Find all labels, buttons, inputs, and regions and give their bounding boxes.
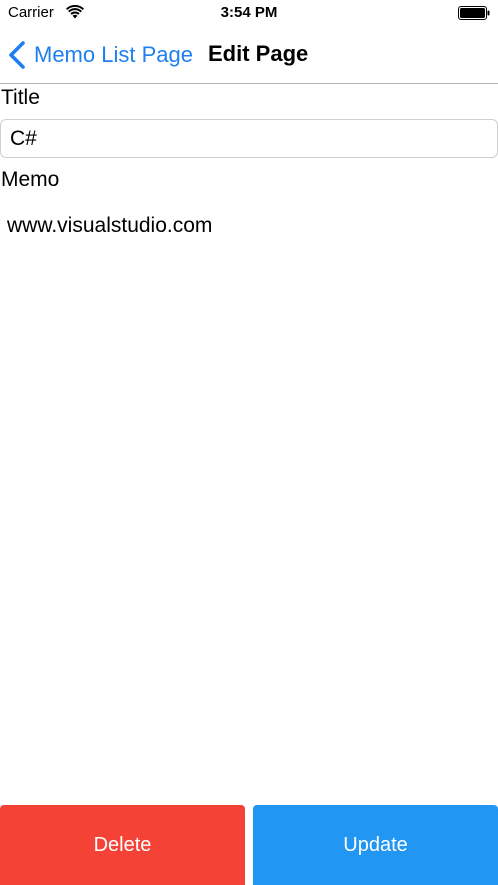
memo-textarea[interactable]: www.visualstudio.com <box>0 204 498 794</box>
delete-button[interactable]: Delete <box>0 805 245 885</box>
status-time: 3:54 PM <box>220 4 278 21</box>
title-label: Title <box>1 86 40 109</box>
update-button[interactable]: Update <box>253 805 498 885</box>
page-title: Edit Page <box>208 41 309 66</box>
title-input[interactable] <box>0 119 498 158</box>
back-button[interactable]: Memo List Page <box>8 40 193 70</box>
back-button-label: Memo List Page <box>34 42 193 67</box>
chevron-left-icon <box>9 41 25 69</box>
memo-label: Memo <box>1 168 60 191</box>
navigation-bar: Memo List Page Edit Page <box>0 28 498 84</box>
status-bar: Carrier 3:54 PM <box>0 0 498 28</box>
edit-page-screen: Carrier 3:54 PM Memo List Page Edit Page… <box>0 0 498 885</box>
battery-icon <box>458 6 490 20</box>
